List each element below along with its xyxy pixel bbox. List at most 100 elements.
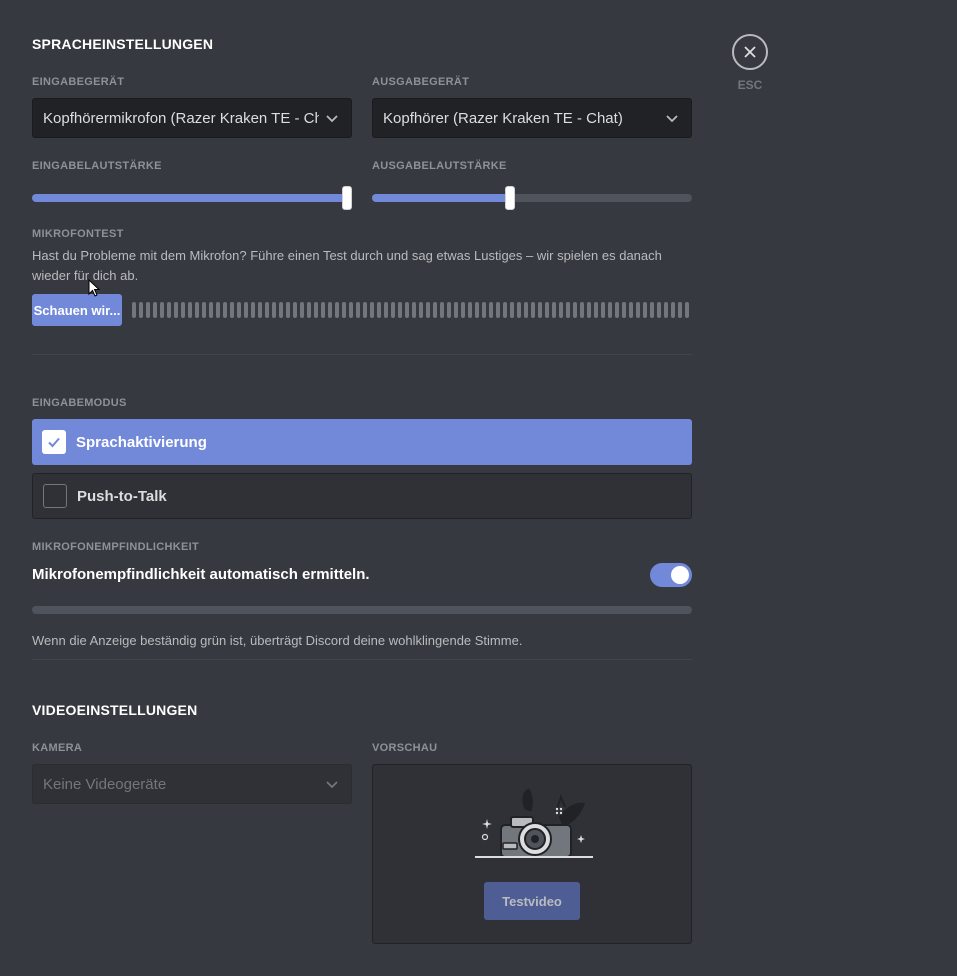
input-volume-fill: [32, 194, 352, 202]
mic-level-bar: [160, 302, 164, 318]
output-volume-label: AUSGABELAUTSTÄRKE: [372, 160, 507, 172]
mic-level-bar: [342, 302, 346, 318]
mic-level-bar: [461, 302, 465, 318]
checkbox-checked: [42, 430, 66, 454]
input-mode-option-label: Push-to-Talk: [77, 487, 167, 505]
close-button[interactable]: [732, 34, 768, 70]
mic-level-bar: [685, 302, 689, 318]
mic-level-bar: [412, 302, 416, 318]
mic-level-bar: [615, 302, 619, 318]
input-volume-label: EINGABELAUTSTÄRKE: [32, 160, 162, 172]
mic-level-bar: [132, 302, 136, 318]
input-mode-voice-activity[interactable]: Sprachaktivierung: [32, 419, 692, 465]
mic-level-bar: [447, 302, 451, 318]
video-settings-heading: VIDEOEINSTELLUNGEN: [32, 702, 198, 718]
input-mode-push-to-talk[interactable]: Push-to-Talk: [32, 473, 692, 519]
input-mode-option-label: Sprachaktivierung: [76, 433, 207, 451]
input-device-label: EINGABEGERÄT: [32, 76, 125, 88]
mic-level-bar: [524, 302, 528, 318]
mic-level-bar: [426, 302, 430, 318]
mic-level-bar: [384, 302, 388, 318]
voice-video-settings-page: SPRACHEINSTELLUNGEN EINGABEGERÄT Kopfhör…: [0, 0, 957, 976]
mic-level-bar: [566, 302, 570, 318]
mic-level-bar: [279, 302, 283, 318]
checkmark-icon: [48, 437, 60, 448]
mic-level-bar: [454, 302, 458, 318]
chevron-down-icon: [666, 115, 678, 123]
mic-level-bar: [468, 302, 472, 318]
mic-level-bar: [636, 302, 640, 318]
mic-level-bar: [475, 302, 479, 318]
mic-level-bar: [174, 302, 178, 318]
mic-level-bar: [496, 302, 500, 318]
input-volume-handle[interactable]: [342, 186, 352, 210]
camera-illustration-icon: [475, 788, 593, 858]
mic-level-bar: [671, 302, 675, 318]
mic-level-bar: [265, 302, 269, 318]
camera-select[interactable]: Keine Videogeräte: [32, 764, 352, 804]
mic-level-bar: [580, 302, 584, 318]
mic-level-bar: [251, 302, 255, 318]
mic-level-bar: [587, 302, 591, 318]
mic-level-bar: [657, 302, 661, 318]
mic-level-bar: [258, 302, 262, 318]
mic-level-bar: [349, 302, 353, 318]
mic-level-bar: [622, 302, 626, 318]
output-volume-handle[interactable]: [505, 186, 516, 210]
mic-level-bar: [489, 302, 493, 318]
mic-level-bar: [377, 302, 381, 318]
mic-level-bar: [482, 302, 486, 318]
mic-level-bar: [545, 302, 549, 318]
output-device-value: Kopfhörer (Razer Kraken TE - Chat): [383, 109, 623, 127]
mic-level-bar: [370, 302, 374, 318]
mic-level-bar: [440, 302, 444, 318]
mic-level-bar: [538, 302, 542, 318]
mic-level-bar: [272, 302, 276, 318]
mic-level-bar: [517, 302, 521, 318]
mic-level-bar: [335, 302, 339, 318]
mic-level-bar: [678, 302, 682, 318]
mic-level-bar: [391, 302, 395, 318]
input-device-select[interactable]: Kopfhörermikrofon (Razer Kraken TE - Cha…: [32, 98, 352, 138]
mic-level-bar: [405, 302, 409, 318]
mic-level-bar: [314, 302, 318, 318]
section-divider: [32, 659, 692, 660]
mouse-cursor-icon: [88, 279, 100, 297]
mic-level-bar: [293, 302, 297, 318]
sensitivity-label: MIKROFONEMPFINDLICHKEIT: [32, 541, 200, 553]
input-mode-label: EINGABEMODUS: [32, 397, 127, 409]
mic-level-bar: [356, 302, 360, 318]
camera-value: Keine Videogeräte: [43, 775, 167, 793]
output-volume-fill: [372, 194, 510, 202]
sensitivity-auto-toggle[interactable]: [650, 563, 692, 587]
mic-level-bar: [153, 302, 157, 318]
sensitivity-hint: Wenn die Anzeige beständig grün ist, übe…: [32, 633, 523, 648]
mic-level-bar: [643, 302, 647, 318]
mic-level-bar: [328, 302, 332, 318]
mic-level-bar: [209, 302, 213, 318]
output-device-select[interactable]: Kopfhörer (Razer Kraken TE - Chat): [372, 98, 692, 138]
mic-level-bar: [167, 302, 171, 318]
section-divider: [32, 354, 692, 355]
esc-label: ESC: [737, 78, 763, 92]
sensitivity-meter: [32, 606, 692, 614]
test-video-button[interactable]: Testvideo: [484, 882, 580, 920]
output-volume-track[interactable]: [372, 194, 692, 202]
mic-level-bar: [608, 302, 612, 318]
mic-level-bar: [216, 302, 220, 318]
sensitivity-auto-label: Mikrofonempfindlichkeit automatisch ermi…: [32, 566, 370, 583]
mic-level-bar: [300, 302, 304, 318]
mic-level-bar: [321, 302, 325, 318]
input-volume-track[interactable]: [32, 194, 352, 202]
output-device-label: AUSGABEGERÄT: [372, 76, 470, 88]
mic-level-bar: [433, 302, 437, 318]
mic-level-bar: [552, 302, 556, 318]
mic-level-bar: [510, 302, 514, 318]
close-icon: [744, 46, 756, 58]
mic-level-bar: [629, 302, 633, 318]
mic-level-bar: [195, 302, 199, 318]
mic-level-bar: [503, 302, 507, 318]
mic-level-bar: [223, 302, 227, 318]
checkbox-unchecked: [43, 484, 67, 508]
mic-test-button[interactable]: Schauen wir...: [32, 294, 122, 326]
